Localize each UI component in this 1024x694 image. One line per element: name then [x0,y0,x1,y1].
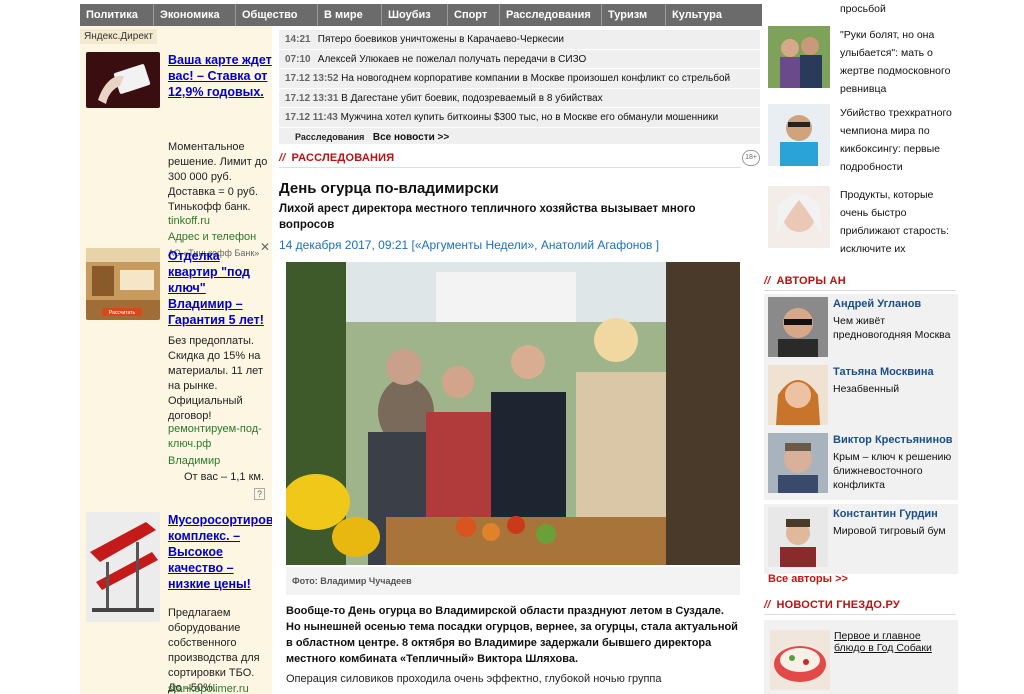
article-meta[interactable]: 14 декабря 2017, 09:21 [«Аргументы Недел… [279,238,659,252]
gnezdo-card[interactable]: Первое и главное блюдо в Год Собаки [764,620,958,694]
help-icon[interactable]: ? [254,488,266,500]
ticker-headline[interactable]: На новогоднем корпоративе компании в Мос… [341,73,730,84]
gnezdo-section-header: // НОВОСТИ ГНЕЗДО.РУ [764,599,900,611]
authors-title[interactable]: АВТОРЫ АН [777,275,846,287]
right-column: просьбой "Руки болят, но она улыбается":… [764,0,958,694]
ad-title[interactable]: Ваша карте ждет вас! – Ставка от 12,9% г… [168,52,272,100]
nav-society[interactable]: Общество [236,4,318,26]
author-avatar[interactable] [768,433,828,493]
ad-calc-label: Рассчитать [109,310,135,316]
yandex-direct-label[interactable]: Яндекс.Директ [80,29,157,44]
article-title: День огурца по-владимирски [279,180,499,197]
section-divider [279,167,741,168]
ticker-time: 07:10 [285,53,311,65]
all-authors-link[interactable]: Все авторы >> [768,573,848,585]
ad-interior-image[interactable]: Рассчитать [86,248,160,320]
author-avatar[interactable] [768,297,828,357]
gnezdo-title[interactable]: НОВОСТИ ГНЕЗДО.РУ [777,599,900,611]
article-body: Операция силовиков проходила очень эффек… [286,673,662,685]
ad-text: Предлагаем оборудование собственного про… [168,607,260,694]
ad-card-image[interactable] [86,52,160,108]
author-article[interactable]: Мировой тигровый бум [833,524,957,538]
article-photo[interactable] [286,262,740,565]
nav-culture[interactable]: Культура [666,4,742,26]
ticker-row[interactable]: 14:21 Пятеро боевиков уничтожены в Карач… [279,30,760,50]
section-slash-icon: // [764,275,771,287]
ad-domain[interactable]: stankopolimer.ru [168,682,272,694]
age-rating-badge: 18+ [742,150,760,166]
ads-column: Яндекс.Директ Ваша карте ждет вас! – Ста… [80,26,272,694]
author-name[interactable]: Константин Гурдин [833,508,938,520]
ad-text: Без предоплаты. Скидка до 15% на материа… [168,335,263,422]
ad-text: Моментальное решение. Лимит до 300 000 р… [168,141,268,213]
gnezdo-headline[interactable]: Первое и главное блюдо в Год Собаки [834,630,954,654]
author-card[interactable]: Андрей Угланов Чем живёт предновогодняя … [764,294,958,364]
news-thumb-image[interactable] [768,104,830,166]
ticker-headline[interactable]: Алексей Улюкаев не пожелал получать пере… [318,54,587,65]
nav-politics[interactable]: Политика [80,4,154,26]
ad-title[interactable]: Мусоросортировочный комплекс. – Высокое … [168,512,272,592]
ticker-row[interactable]: 07:10 Алексей Улюкаев не пожелал получат… [279,50,760,69]
ad-address-link[interactable]: Адрес и телефон [168,230,272,245]
news-item-text[interactable]: Убийство трехкратного чемпиона мира по к… [840,104,956,176]
nav-world[interactable]: В мире [318,4,382,26]
authors-section-header: // АВТОРЫ АН [764,275,846,287]
ticker-headline[interactable]: Мужчина хотел купить биткоины $300 тыс, … [341,112,719,123]
author-name[interactable]: Татьяна Москвина [833,366,934,378]
author-name[interactable]: Андрей Угланов [833,298,921,310]
gnezdo-food-image[interactable] [770,630,830,690]
section-slash-icon: // [764,599,771,611]
news-item-text[interactable]: просьбой [840,0,956,18]
ad-machine-image[interactable] [86,512,160,622]
author-card[interactable]: Татьяна Москвина Незабвенный [764,362,958,432]
nav-sport[interactable]: Спорт [448,4,500,26]
section-divider [764,614,956,615]
news-thumb-image[interactable] [768,26,830,88]
author-card[interactable]: Константин Гурдин Мировой тигровый бум [764,504,958,574]
ticker-row[interactable]: 17.12 11:43 Мужчина хотел купить биткоин… [279,108,760,128]
author-card[interactable]: Виктор Крестьянинов Крым – ключ к решени… [764,430,958,500]
section-header: // РАССЛЕДОВАНИЯ [279,152,394,164]
article-lead: Вообще-то День огурца во Владимирской об… [286,605,738,665]
nav-economy[interactable]: Экономика [154,4,236,26]
top-navigation: Политика Экономика Общество В мире Шоуби… [80,4,762,26]
ad-title[interactable]: Отделка квартир "под ключ" Владимир – Га… [168,248,272,328]
author-article[interactable]: Крым – ключ к решению ближневосточного к… [833,450,957,492]
photo-caption: Фото: Владимир Чучадеев [286,567,740,595]
section-title[interactable]: РАССЛЕДОВАНИЯ [292,152,395,164]
ad-distance: От вас – 1,1 км. [184,471,264,483]
ticker-headline[interactable]: В Дагестане убит боевик, подозреваемый в… [341,93,602,104]
news-item-text[interactable]: Продукты, которые очень быстро приближаю… [840,186,956,258]
ticker-headline[interactable]: Пятеро боевиков уничтожены в Карачаево-Ч… [318,34,564,45]
nav-investigations[interactable]: Расследования [500,4,602,26]
author-name[interactable]: Виктор Крестьянинов [833,434,953,446]
news-item-text[interactable]: "Руки болят, но она улыбается": мать о ж… [840,26,956,98]
ad-city[interactable]: Владимир [168,454,272,469]
ad-domain[interactable]: tinkoff.ru [168,214,272,229]
article-subtitle: Лихой арест директора местного тепличног… [279,203,696,231]
author-article[interactable]: Незабвенный [833,382,957,396]
author-avatar[interactable] [768,507,828,567]
all-news-link[interactable]: Все новости >> [373,132,449,143]
ticker-row[interactable]: 17.12 13:52 На новогоднем корпоративе ко… [279,69,760,89]
ticker-time: 17.12 13:52 [285,73,339,84]
ad-domain[interactable]: ремонтируем-под-ключ.рф [168,422,272,452]
ticker-time: 17.12 13:31 [285,92,339,104]
ticker-time: 17.12 11:43 [285,112,338,123]
ticker-time: 14:21 [285,34,311,45]
nav-tourism[interactable]: Туризм [602,4,666,26]
article-photo-illustration [286,262,740,565]
news-thumb-image[interactable] [768,186,830,248]
author-article[interactable]: Чем живёт предновогодняя Москва [833,314,957,342]
author-avatar[interactable] [768,365,828,425]
ticker-footer: Расследования Все новости >> [279,128,760,147]
section-divider [764,290,956,291]
ticker-category[interactable]: Расследования [295,132,364,142]
nav-showbiz[interactable]: Шоубиз [382,4,448,26]
section-slash-icon: // [279,152,286,164]
news-ticker: 14:21 Пятеро боевиков уничтожены в Карач… [279,30,760,144]
ticker-row[interactable]: 17.12 13:31 В Дагестане убит боевик, под… [279,89,760,108]
